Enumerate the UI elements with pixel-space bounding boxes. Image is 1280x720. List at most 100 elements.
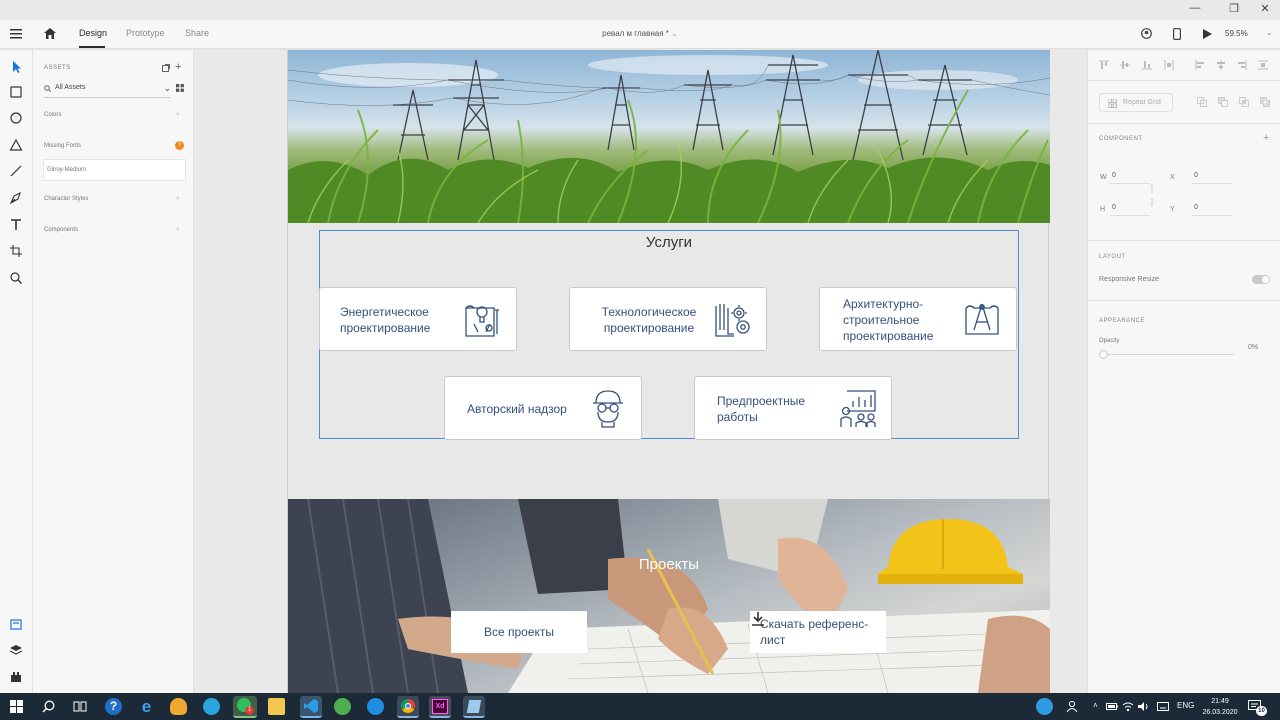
ellipse-tool-icon[interactable]: [8, 110, 24, 126]
all-projects-label: Все проекты: [483, 625, 555, 639]
responsive-resize-toggle[interactable]: [1252, 275, 1270, 284]
asset-filter-dropdown[interactable]: All Assets ⌄: [44, 82, 171, 98]
zoom-dropdown-icon[interactable]: ⌄: [1266, 28, 1273, 37]
align-left-icon[interactable]: [1195, 60, 1205, 70]
task-view-icon[interactable]: [73, 700, 87, 713]
minimize-icon[interactable]: —: [1184, 2, 1206, 14]
edge-browser-icon[interactable]: e: [138, 698, 155, 715]
people-icon[interactable]: [1066, 700, 1078, 713]
add-component-state-icon[interactable]: +: [1263, 132, 1269, 144]
search-icon[interactable]: [42, 700, 55, 713]
keyboard-icon[interactable]: [1157, 702, 1169, 711]
plugins-panel-icon[interactable]: [8, 669, 24, 685]
x-field[interactable]: 0: [1192, 172, 1232, 184]
rectangle-tool-icon[interactable]: [8, 84, 24, 100]
boolean-subtract-icon[interactable]: [1218, 97, 1228, 107]
adobe-xd-icon[interactable]: Xd: [429, 696, 451, 718]
design-canvas[interactable]: Услуги Энергетическое проектирование Тех…: [195, 50, 1087, 693]
device-preview-icon[interactable]: [1173, 28, 1181, 40]
tools-panel: [0, 50, 33, 693]
y-field[interactable]: 0: [1192, 204, 1232, 216]
download-reference-button[interactable]: Скачать референс-лист: [750, 611, 886, 653]
network-globe-icon[interactable]: [1036, 698, 1053, 715]
projects-background-image[interactable]: Проекты Все проекты Скачать референс-лис…: [288, 499, 1050, 693]
add-asset-icon[interactable]: +: [175, 61, 181, 73]
utorrent-icon[interactable]: [334, 698, 351, 715]
boolean-add-icon[interactable]: [1197, 97, 1207, 107]
wifi-icon[interactable]: [1122, 701, 1134, 712]
select-tool-icon[interactable]: [8, 59, 24, 75]
assets-panel: ASSETS + All Assets ⌄ Colors + Missing F…: [33, 50, 194, 693]
text-tool-icon[interactable]: [8, 217, 24, 233]
service-card-tech[interactable]: Технологическое проектирование: [569, 287, 767, 351]
user-account-icon[interactable]: [1141, 28, 1152, 39]
file-explorer-icon[interactable]: [268, 698, 285, 715]
windows-start-icon[interactable]: [10, 700, 23, 713]
download-reference-label: Скачать референс-лист: [760, 617, 869, 647]
width-field[interactable]: 0: [1110, 172, 1150, 184]
opacity-slider-handle[interactable]: [1099, 350, 1108, 359]
grid-view-icon[interactable]: [176, 84, 184, 92]
add-character-style-icon[interactable]: +: [175, 193, 180, 203]
align-middle-icon[interactable]: [1120, 60, 1130, 70]
distribute-horizontal-icon[interactable]: [1258, 60, 1268, 70]
hero-image[interactable]: [288, 50, 1050, 223]
squirrel-app-icon[interactable]: [170, 698, 187, 715]
divider: [1088, 300, 1280, 301]
power-design-icon: [465, 305, 499, 337]
telegram-icon[interactable]: [203, 698, 220, 715]
close-icon[interactable]: ✕: [1254, 2, 1276, 15]
zoom-tool-icon[interactable]: [8, 270, 24, 286]
add-color-icon[interactable]: +: [175, 109, 180, 119]
lock-aspect-icon[interactable]: [1149, 184, 1155, 206]
notepad-app-icon[interactable]: [463, 696, 485, 718]
service-card-energy[interactable]: Энергетическое проектирование: [319, 287, 517, 351]
service-card-architecture[interactable]: Архитектурно-строительное проектирование: [819, 287, 1017, 351]
artboard[interactable]: Услуги Энергетическое проектирование Тех…: [287, 50, 1050, 693]
volume-icon[interactable]: [1138, 701, 1150, 712]
all-projects-button[interactable]: Все проекты: [451, 611, 587, 653]
align-top-icon[interactable]: [1099, 60, 1109, 70]
height-field[interactable]: 0: [1110, 204, 1150, 216]
repeat-grid-button[interactable]: Repeat Grid: [1099, 93, 1173, 112]
show-hidden-icons[interactable]: ˄: [1093, 701, 1098, 710]
align-right-icon[interactable]: [1237, 60, 1247, 70]
align-bottom-icon[interactable]: [1142, 60, 1152, 70]
whatsapp-icon[interactable]: 1: [233, 696, 257, 718]
language-indicator[interactable]: ENG: [1177, 701, 1194, 710]
align-center-icon[interactable]: [1216, 60, 1226, 70]
help-app-icon[interactable]: ?: [105, 698, 122, 715]
assets-panel-icon[interactable]: [8, 616, 24, 632]
layers-panel-icon[interactable]: [8, 642, 24, 658]
document-title[interactable]: ревал м главная * ⌄: [0, 29, 1280, 38]
warning-icon: !: [175, 141, 184, 150]
distribute-vertical-icon[interactable]: [1164, 60, 1174, 70]
opacity-slider-track[interactable]: [1103, 354, 1234, 355]
chrome-icon[interactable]: [397, 696, 419, 718]
battery-icon[interactable]: [1106, 702, 1118, 711]
play-preview-icon[interactable]: [1203, 29, 1212, 39]
add-component-icon[interactable]: +: [175, 224, 180, 234]
boolean-intersect-icon[interactable]: [1239, 97, 1249, 107]
presentation-chart-icon: [840, 390, 876, 427]
vscode-icon[interactable]: [300, 696, 322, 718]
restore-icon[interactable]: ❐: [1223, 2, 1245, 15]
service-card-supervision[interactable]: Авторский надзор: [444, 376, 642, 440]
polygon-tool-icon[interactable]: [8, 137, 24, 153]
service-card-preproject[interactable]: Предпроектные работы: [694, 376, 892, 440]
system-clock[interactable]: 21:49 26.03.2020: [1198, 696, 1242, 718]
service-card-label: Архитектурно-строительное проектирование: [843, 297, 934, 343]
opacity-value[interactable]: 0%: [1248, 344, 1258, 351]
line-tool-icon[interactable]: [8, 163, 24, 179]
artboard-tool-icon[interactable]: [8, 243, 24, 259]
projects-title: Проекты: [638, 556, 700, 573]
component-section-label: COMPONENT: [1099, 136, 1143, 142]
service-card-label: Технологическое проектирование: [601, 305, 697, 335]
zoom-level[interactable]: 59.5%: [1225, 29, 1248, 38]
teamviewer-icon[interactable]: [367, 698, 384, 715]
responsive-resize-label: Responsive Resize: [1099, 276, 1159, 283]
boolean-exclude-icon[interactable]: [1260, 97, 1270, 107]
pen-tool-icon[interactable]: [8, 190, 24, 206]
missing-font-item[interactable]: Gilroy-Medium: [43, 159, 186, 181]
library-link-icon[interactable]: [162, 64, 170, 72]
